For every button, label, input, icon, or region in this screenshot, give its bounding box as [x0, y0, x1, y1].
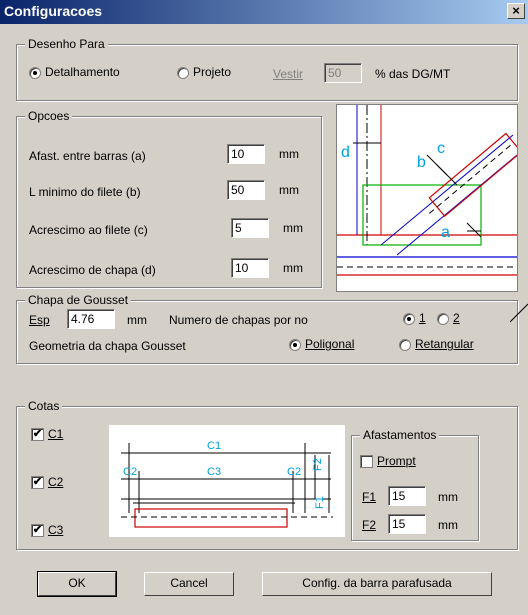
connection-diagram: d b c a	[337, 105, 523, 276]
radio-icon	[399, 338, 411, 351]
dim-c2-left: C2	[123, 466, 137, 478]
check-icon	[360, 455, 373, 469]
label-d: d	[341, 144, 350, 161]
config-barra-button[interactable]: Config. da barra parafusada	[262, 572, 492, 596]
connection-figure: d b c a	[336, 104, 523, 292]
checkbox-c1[interactable]: ✔ C1	[31, 427, 64, 442]
radio-icon	[437, 312, 449, 325]
f1-label: F1	[362, 490, 377, 504]
dim-c2-right: C2	[287, 466, 301, 478]
check-icon: ✔	[31, 476, 44, 490]
desenho-legend: Desenho Para	[25, 37, 108, 51]
window-title: Configuracoes	[4, 3, 103, 19]
radio-retangular-label: Retangular	[415, 337, 474, 351]
cotas-svg: C1 C2 C3 C2 F2 F1	[121, 440, 333, 528]
checkbox-prompt[interactable]: Prompt	[360, 454, 416, 469]
gousset-legend: Chapa de Gousset	[25, 293, 132, 307]
label-b: b	[417, 154, 426, 171]
afast-input[interactable]: 10	[227, 144, 265, 164]
cotas-group: Cotas ✔ C1 ✔ C2 ✔ C3 C1 C2 C3 C2 F2 F1 A…	[16, 399, 518, 550]
opcao-label: Acrescimo ao filete (c)	[29, 223, 148, 237]
unit-label: mm	[283, 221, 303, 235]
radio-projeto-label: Projeto	[193, 65, 232, 79]
radio-chapas-2[interactable]: 2	[437, 311, 460, 325]
checkbox-c2[interactable]: ✔ C2	[31, 475, 64, 490]
f1-input[interactable]: 15	[388, 486, 426, 506]
cancel-button[interactable]: Cancel	[144, 572, 234, 596]
checkbox-c3-label: C3	[48, 523, 64, 537]
cotas-diagram: C1 C2 C3 C2 F2 F1	[109, 425, 345, 537]
num-chapas-label: Numero de chapas por no	[169, 313, 308, 327]
radio-chapas-1-label: 1	[419, 311, 426, 325]
f2-input[interactable]: 15	[388, 514, 426, 534]
cotas-legend: Cotas	[25, 399, 63, 413]
checkbox-c2-label: C2	[48, 475, 64, 489]
opcao-label: L minimo do filete (b)	[29, 185, 141, 199]
desenho-group: Desenho Para Detalhamento Projeto Vestir…	[16, 37, 518, 101]
close-button[interactable]: ×	[507, 3, 525, 19]
checkbox-c3[interactable]: ✔ C3	[31, 523, 64, 538]
dim-f1: F1	[314, 496, 326, 509]
label-a: a	[441, 224, 450, 241]
pct-label: % das DG/MT	[375, 67, 451, 81]
radio-projeto[interactable]: Projeto	[177, 65, 231, 79]
afastamentos-legend: Afastamentos	[360, 428, 440, 442]
opcoes-legend: Opcoes	[25, 109, 73, 123]
esp-unit: mm	[127, 313, 147, 327]
dim-c3: C3	[207, 466, 221, 478]
radio-icon	[289, 338, 301, 351]
acrescimo-filete-input[interactable]: 5	[231, 218, 269, 238]
radio-icon	[177, 66, 189, 79]
checkbox-prompt-label: Prompt	[377, 454, 416, 468]
gousset-group: Chapa de Gousset Esp 4.76 mm Numero de c…	[16, 293, 518, 364]
geometria-label: Geometria da chapa Gousset	[29, 339, 186, 353]
radio-icon	[29, 66, 41, 79]
radio-poligonal-label: Poligonal	[305, 337, 355, 351]
check-icon: ✔	[31, 524, 44, 538]
radio-detalhamento-label: Detalhamento	[45, 65, 120, 79]
radio-icon	[403, 312, 415, 325]
close-icon: ×	[512, 3, 520, 18]
label-c: c	[437, 140, 445, 157]
radio-retangular[interactable]: Retangular	[399, 337, 474, 351]
esp-input[interactable]: 4.76	[67, 309, 115, 329]
unit-label: mm	[279, 183, 299, 197]
unit-label: mm	[283, 261, 303, 275]
acrescimo-chapa-input[interactable]: 10	[231, 258, 269, 278]
vestir-input[interactable]: 50	[324, 63, 362, 83]
opcao-label: Afast. entre barras (a)	[29, 149, 146, 163]
dim-c1: C1	[207, 440, 221, 452]
filete-input[interactable]: 50	[227, 180, 265, 200]
check-icon: ✔	[31, 428, 44, 442]
title-bar: Configuracoes ×	[0, 0, 528, 24]
f2-label: F2	[362, 518, 377, 532]
unit-label: mm	[279, 147, 299, 161]
radio-chapas-2-label: 2	[453, 311, 460, 325]
pointer-line	[510, 303, 528, 323]
f2-unit: mm	[438, 518, 458, 532]
opcoes-group: Opcoes Afast. entre barras (a) 10 mm L m…	[16, 109, 322, 288]
radio-detalhamento[interactable]: Detalhamento	[29, 65, 120, 79]
vestir-label: Vestir	[273, 67, 304, 81]
dim-f2: F2	[312, 458, 324, 471]
radio-poligonal[interactable]: Poligonal	[289, 337, 354, 351]
ok-button[interactable]: OK	[37, 571, 117, 597]
afastamentos-group: Afastamentos Prompt F1 15 mm F2 15 mm	[351, 428, 479, 541]
esp-label: Esp	[29, 313, 50, 327]
opcao-label: Acrescimo de chapa (d)	[29, 263, 156, 277]
f1-unit: mm	[438, 490, 458, 504]
radio-chapas-1[interactable]: 1	[403, 311, 426, 325]
checkbox-c1-label: C1	[48, 427, 64, 441]
